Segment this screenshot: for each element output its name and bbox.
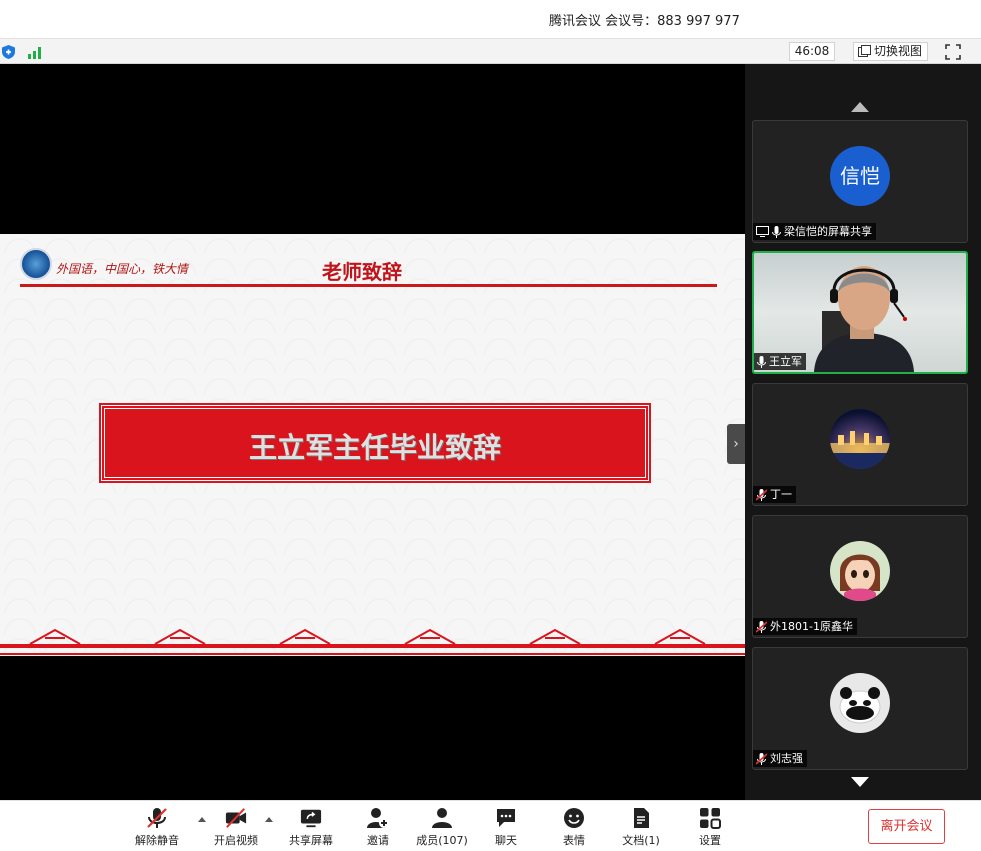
slide-title: 老师致辞	[322, 260, 402, 284]
share-screen-button[interactable]: 共享屏幕	[281, 807, 341, 851]
window-title: 腾讯会议 会议号：883 997 977	[549, 14, 740, 29]
chat-label: 聊天	[495, 834, 517, 847]
banner-text: 王立军主任毕业致辞	[248, 431, 501, 464]
settings-grid-icon	[700, 808, 721, 829]
participant-name-bar: 外1801-1原鑫华	[753, 618, 857, 635]
invite-user-icon	[367, 808, 389, 828]
title-divider	[20, 284, 717, 287]
settings-label: 设置	[699, 834, 721, 847]
invite-label: 邀请	[367, 834, 389, 847]
presentation-slide: 外国语，中国心，铁大情 老师致辞 王立军主任毕业致辞	[0, 234, 745, 656]
camera-off-icon	[225, 808, 247, 828]
microphone-muted-icon	[756, 488, 767, 501]
university-logo	[20, 248, 52, 280]
meeting-timer: 46:08	[789, 42, 835, 61]
participant-name-bar: 梁信恺的屏幕共享	[753, 223, 876, 240]
microphone-muted-icon	[147, 808, 167, 828]
avatar	[830, 541, 890, 601]
start-video-button[interactable]: 开启视频	[206, 807, 266, 851]
unmute-button[interactable]: 解除静音	[127, 807, 187, 851]
participant-name: 梁信恺的屏幕共享	[784, 225, 872, 238]
participant-name: 外1801-1原鑫华	[770, 620, 853, 633]
reactions-label: 表情	[563, 834, 585, 847]
unmute-label: 解除静音	[135, 834, 179, 847]
documents-label: 文档(1)	[622, 834, 660, 847]
participant-name: 丁一	[770, 488, 792, 501]
participant-name: 刘志强	[770, 752, 803, 765]
panda-avatar-image	[839, 687, 881, 724]
anime-girl-avatar-image	[840, 554, 880, 601]
document-icon	[634, 808, 649, 828]
participant-name-bar: 刘志强	[753, 750, 807, 767]
documents-button[interactable]: 文档(1)	[611, 807, 671, 851]
switch-view-label: 切换视图	[874, 44, 923, 58]
share-screen-icon	[300, 809, 322, 828]
settings-button[interactable]: 设置	[680, 807, 740, 851]
start-video-label: 开启视频	[214, 834, 258, 847]
scroll-down-arrow-icon[interactable]	[851, 777, 869, 787]
avatar	[830, 673, 890, 733]
fullscreen-icon[interactable]	[944, 43, 962, 61]
shield-icon[interactable]	[2, 45, 15, 59]
members-button[interactable]: 成员(107)	[412, 807, 472, 851]
avatar: 信恺	[830, 146, 890, 206]
audio-options-caret-icon[interactable]	[198, 817, 206, 822]
shared-screen-stage: 外国语，中国心，铁大情 老师致辞 王立军主任毕业致辞 ›	[0, 64, 745, 800]
microphone-icon	[772, 225, 781, 238]
slide-motto: 外国语，中国心，铁大情	[56, 262, 189, 276]
participant-name: 王立军	[769, 355, 802, 368]
smiley-icon	[564, 808, 584, 828]
microphone-muted-icon	[756, 620, 767, 633]
night-city-avatar-image	[830, 431, 890, 469]
invite-button[interactable]: 邀请	[348, 807, 408, 851]
title-bar: 腾讯会议 会议号：883 997 977	[0, 0, 981, 38]
collapse-panel-handle[interactable]: ›	[727, 424, 745, 464]
chat-button[interactable]: 聊天	[476, 807, 536, 851]
members-icon	[432, 808, 452, 828]
switch-view-icon	[858, 45, 871, 57]
participant-tile[interactable]: 丁一	[752, 383, 968, 506]
participant-name-bar: 丁一	[753, 486, 796, 503]
participant-tile[interactable]: 王立军	[752, 251, 968, 374]
meeting-toolbar: 解除静音 开启视频 共享屏幕 邀请 成员(107) 聊天 表情 文档(1) 设置…	[0, 800, 981, 851]
participant-panel: 信恺 梁信恺的屏幕共享 王立军 丁一 外1801-1原鑫华 刘志强	[745, 64, 981, 800]
chat-icon	[497, 809, 515, 827]
title-banner: 王立军主任毕业致辞	[99, 403, 651, 483]
participant-tile[interactable]: 外1801-1原鑫华	[752, 515, 968, 638]
footer-lattice-pattern	[0, 628, 745, 655]
participant-tile[interactable]: 信恺 梁信恺的屏幕共享	[752, 120, 968, 243]
status-bar: 46:08 切换视图	[0, 38, 981, 64]
avatar	[830, 409, 890, 469]
reactions-button[interactable]: 表情	[544, 807, 604, 851]
microphone-icon	[757, 355, 766, 368]
scroll-up-arrow-icon[interactable]	[851, 102, 869, 112]
screen-share-icon	[756, 226, 769, 237]
microphone-muted-icon	[756, 752, 767, 765]
signal-icon[interactable]	[28, 45, 44, 59]
members-label: 成员(107)	[416, 834, 468, 847]
participant-name-bar: 王立军	[754, 353, 806, 370]
share-screen-label: 共享屏幕	[289, 834, 333, 847]
leave-meeting-button[interactable]: 离开会议	[868, 809, 945, 844]
switch-view-button[interactable]: 切换视图	[853, 42, 928, 61]
video-options-caret-icon[interactable]	[265, 817, 273, 822]
participant-tile[interactable]: 刘志强	[752, 647, 968, 770]
